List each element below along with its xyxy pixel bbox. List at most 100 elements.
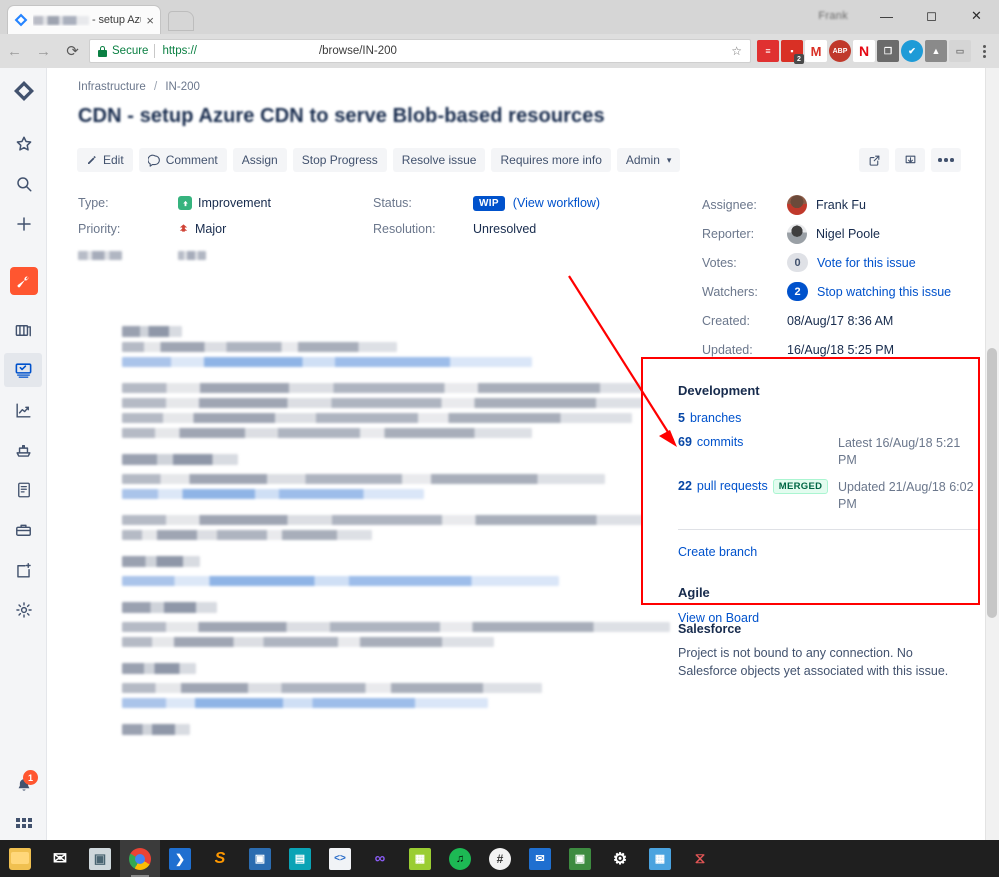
- assignee-value[interactable]: Frank Fu: [787, 194, 866, 215]
- created-row: Created: 08/Aug/17 8:36 AM: [702, 306, 999, 335]
- tab-close-icon[interactable]: ×: [146, 14, 154, 27]
- branches-link[interactable]: branches: [690, 411, 741, 425]
- vivaldi-extension-icon[interactable]: ✔: [901, 40, 923, 62]
- new-tab-button[interactable]: [168, 11, 194, 31]
- assign-button[interactable]: Assign: [232, 148, 287, 172]
- taskbar-vnc-viewer[interactable]: ▣: [560, 840, 600, 877]
- ellipsis-icon: [938, 158, 954, 162]
- watchers-label: Watchers:: [702, 284, 758, 299]
- taskbar-ssms[interactable]: ▦: [400, 840, 440, 877]
- taskbar-photos[interactable]: ▣: [80, 840, 120, 877]
- resolve-issue-button[interactable]: Resolve issue: [392, 148, 486, 172]
- maximize-button[interactable]: ◻: [909, 0, 954, 32]
- sidebar-item-jira-logo[interactable]: [0, 68, 47, 114]
- starred-icon: [16, 136, 31, 151]
- sidebar-item-create[interactable]: [0, 204, 47, 244]
- taskbar-file-explorer[interactable]: [0, 840, 40, 877]
- admin-menu-button[interactable]: Admin ▾: [616, 148, 681, 172]
- netflix-extension-icon[interactable]: N: [853, 40, 875, 62]
- close-window-button[interactable]: ✕: [954, 0, 999, 32]
- page-scrollbar[interactable]: [985, 68, 999, 840]
- sidebar-item-components[interactable]: [0, 510, 47, 550]
- sidebar-item-project-settings[interactable]: [0, 590, 47, 630]
- breadcrumb-issue-key-link[interactable]: IN-200: [165, 81, 200, 93]
- sql-server-icon: ▤: [289, 847, 311, 870]
- screen-capture-extension-icon[interactable]: ▭: [949, 40, 971, 62]
- pocket-extension-icon[interactable]: ▲: [925, 40, 947, 62]
- app-switcher-button[interactable]: [0, 806, 47, 840]
- commits-link[interactable]: commits: [697, 435, 744, 449]
- back-button-icon[interactable]: ←: [0, 34, 29, 68]
- sidebar-item-backlog[interactable]: [0, 310, 47, 350]
- sidebar-item-board[interactable]: [0, 350, 47, 390]
- create-plus-icon: [16, 217, 31, 231]
- notifications-button[interactable]: 1: [0, 766, 47, 806]
- export-button[interactable]: [895, 148, 925, 172]
- taskbar-sublime-text[interactable]: S: [200, 840, 240, 877]
- taskbar-slack[interactable]: #: [480, 840, 520, 877]
- adblock-plus-extension-icon[interactable]: ABP: [829, 40, 851, 62]
- vote-for-issue-link[interactable]: Vote for this issue: [817, 256, 916, 270]
- edit-button[interactable]: Edit: [77, 148, 133, 172]
- address-bar[interactable]: Secure https:// /browse/IN-200 ☆: [89, 39, 751, 63]
- watchers-value: 2 Stop watching this issue: [787, 282, 951, 301]
- taskbar-paint-net[interactable]: ⧖: [680, 840, 720, 877]
- sidebar-item-project-avatar[interactable]: [0, 260, 47, 302]
- improvement-icon: [178, 196, 192, 210]
- description-paragraph: [122, 663, 722, 708]
- stop-watching-link[interactable]: Stop watching this issue: [817, 285, 951, 299]
- taskbar-sql-server[interactable]: ▤: [280, 840, 320, 877]
- avatar-nigel-poole: [787, 223, 807, 244]
- labels-value-redacted: [178, 250, 373, 260]
- chrome-menu-icon[interactable]: [973, 44, 995, 58]
- share-button[interactable]: [859, 148, 889, 172]
- view-on-board-link[interactable]: View on Board: [678, 611, 759, 625]
- create-branch-link[interactable]: Create branch: [678, 545, 757, 559]
- lastpass-extension-icon[interactable]: ▪ 2: [781, 40, 804, 64]
- bookmark-star-icon[interactable]: ☆: [731, 44, 742, 58]
- sidebar-item-search[interactable]: [0, 164, 47, 204]
- comment-button[interactable]: Comment: [138, 148, 227, 172]
- settings-icon: ⚙: [612, 850, 628, 868]
- scrollbar-thumb[interactable]: [987, 348, 997, 618]
- taskbar-visual-studio[interactable]: ∞: [360, 840, 400, 877]
- taskbar-powershell[interactable]: ❯: [160, 840, 200, 877]
- taskbar-remote-desktop[interactable]: ▣: [240, 840, 280, 877]
- readability-extension-icon[interactable]: ≡: [757, 40, 779, 62]
- more-actions-button[interactable]: [931, 148, 961, 172]
- taskbar-settings[interactable]: ⚙: [600, 840, 640, 877]
- pull-requests-link[interactable]: pull requests: [697, 479, 768, 493]
- description-paragraph: [122, 383, 722, 438]
- breadcrumb-project-link[interactable]: Infrastructure: [78, 81, 146, 93]
- sidebar-item-starred[interactable]: [0, 124, 47, 164]
- taskbar-spotify[interactable]: ♫: [440, 840, 480, 877]
- type-label: Type:: [78, 196, 109, 210]
- sidebar-item-pages[interactable]: [0, 470, 47, 510]
- sidebar-item-add[interactable]: [0, 550, 47, 590]
- screen: - setup Azu × Frank — ◻ ✕ ← → ⟳ Secure h…: [0, 0, 999, 877]
- taskbar-outlook[interactable]: ✉: [520, 840, 560, 877]
- taskbar-network-monitor[interactable]: ▦: [640, 840, 680, 877]
- taskbar-chrome[interactable]: [120, 840, 160, 877]
- reporter-value[interactable]: Nigel Poole: [787, 223, 880, 244]
- sidebar-item-releases[interactable]: [0, 430, 47, 470]
- requires-more-info-button[interactable]: Requires more info: [491, 148, 611, 172]
- minimize-button[interactable]: —: [864, 0, 909, 32]
- extension-badge: 2: [794, 54, 804, 64]
- browser-tab[interactable]: - setup Azu ×: [8, 6, 160, 34]
- reload-button-icon[interactable]: ⟳: [58, 34, 87, 68]
- gmail-extension-icon[interactable]: M: [805, 40, 827, 62]
- resolve-issue-button-label: Resolve issue: [401, 153, 477, 167]
- taskbar-code-editor[interactable]: <>: [320, 840, 360, 877]
- issue-toolbar: Edit Comment Assign Stop Progress Resolv…: [77, 148, 681, 172]
- resolution-value: Unresolved: [473, 222, 537, 236]
- stop-progress-button[interactable]: Stop Progress: [292, 148, 387, 172]
- window-manager-extension-icon[interactable]: ❐: [877, 40, 899, 62]
- commits-meta: Latest 16/Aug/18 5:21 PM: [838, 436, 961, 467]
- forward-button-icon[interactable]: →: [29, 34, 58, 68]
- sidebar-item-reports[interactable]: [0, 390, 47, 430]
- browser-profile-name[interactable]: Frank: [818, 10, 848, 22]
- view-workflow-link[interactable]: (View workflow): [513, 196, 600, 210]
- extensions-tray: ≡ ▪ 2 M ABP N ❐ ✔ ▲ ▭: [757, 40, 999, 64]
- taskbar-mail[interactable]: ✉: [40, 840, 80, 877]
